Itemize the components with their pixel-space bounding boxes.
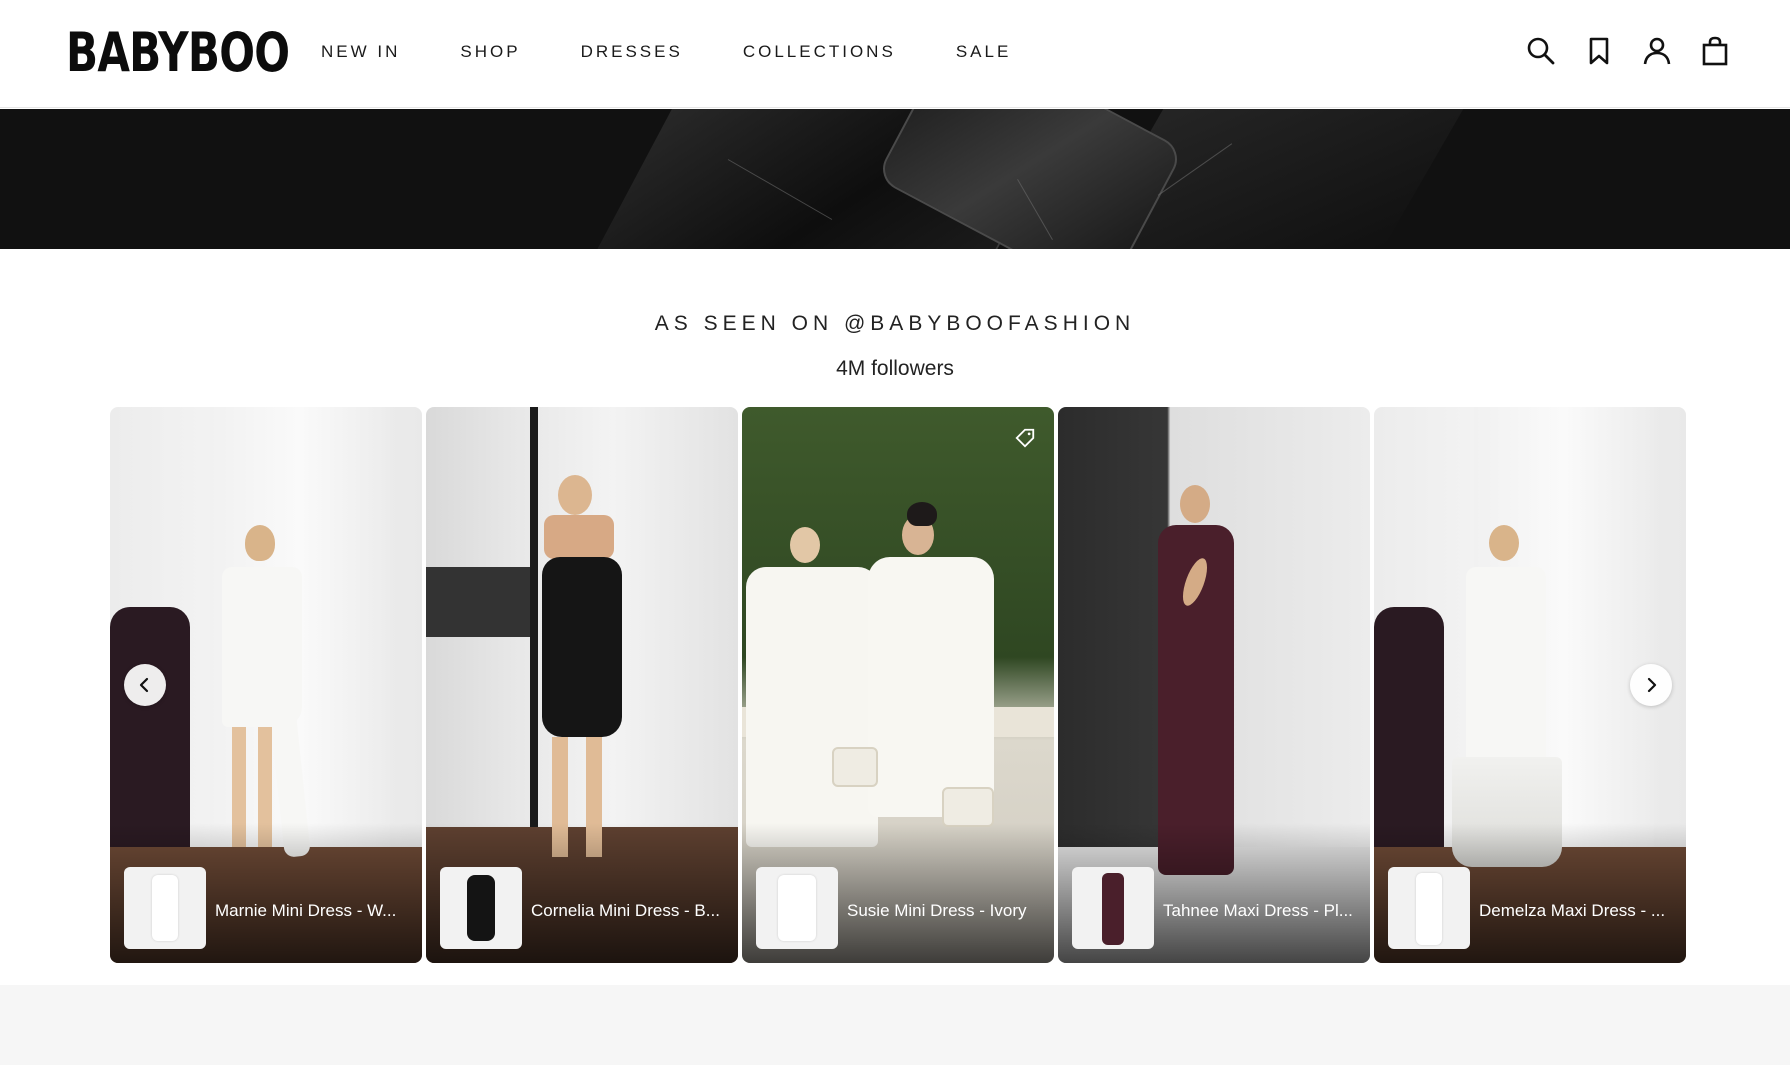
dress-shape xyxy=(868,557,994,817)
product-thumbnail[interactable] xyxy=(124,867,206,949)
search-icon[interactable] xyxy=(1524,34,1558,68)
product-label[interactable]: Marnie Mini Dress - W... xyxy=(215,901,412,921)
nav-shop[interactable]: SHOP xyxy=(460,42,520,62)
bag-icon[interactable] xyxy=(1698,34,1732,68)
nav-sale[interactable]: SALE xyxy=(956,42,1011,62)
model-head xyxy=(245,525,275,561)
site-header: BABYBOO NEW IN SHOP DRESSES COLLECTIONS … xyxy=(0,0,1790,108)
model-head xyxy=(790,527,820,563)
product-thumbnail[interactable] xyxy=(756,867,838,949)
handbag-shape xyxy=(832,747,878,787)
carousel-card[interactable]: Cornelia Mini Dress - B... xyxy=(426,407,738,963)
followers-count[interactable]: 4M followers xyxy=(0,357,1790,381)
carousel-card[interactable]: Tahnee Maxi Dress - Pl... xyxy=(1058,407,1370,963)
product-label[interactable]: Susie Mini Dress - Ivory xyxy=(847,901,1044,921)
model-head xyxy=(1489,525,1519,561)
product-label[interactable]: Tahnee Maxi Dress - Pl... xyxy=(1163,901,1360,921)
product-label[interactable]: Demelza Maxi Dress - ... xyxy=(1479,901,1676,921)
product-thumbnail[interactable] xyxy=(1388,867,1470,949)
hero-banner-image xyxy=(0,109,1790,249)
tag-icon[interactable] xyxy=(1014,427,1036,449)
brand-logo[interactable]: BABYBOO xyxy=(66,22,290,84)
product-thumbnail[interactable] xyxy=(440,867,522,949)
model-head xyxy=(558,475,592,515)
header-icons xyxy=(1500,34,1732,68)
footer-band xyxy=(0,985,1790,1065)
bookmark-icon[interactable] xyxy=(1582,34,1616,68)
vanity-mirror-shape xyxy=(426,567,530,637)
handbag-shape xyxy=(942,787,994,827)
nav-collections[interactable]: COLLECTIONS xyxy=(743,42,896,62)
carousel-card[interactable]: Susie Mini Dress - Ivory xyxy=(742,407,1054,963)
main-nav: NEW IN SHOP DRESSES COLLECTIONS SALE xyxy=(321,42,1071,62)
account-icon[interactable] xyxy=(1640,34,1674,68)
model-hair xyxy=(907,502,937,526)
product-label[interactable]: Cornelia Mini Dress - B... xyxy=(531,901,728,921)
carousel-prev-button[interactable] xyxy=(124,664,166,706)
model-head xyxy=(1180,485,1210,523)
carousel-next-button[interactable] xyxy=(1630,664,1672,706)
instagram-carousel: Marnie Mini Dress - W... Cornelia Mini D… xyxy=(110,407,1686,963)
chevron-left-icon xyxy=(139,677,149,693)
mirror-frame-shape xyxy=(530,407,538,847)
dress-shape xyxy=(542,557,622,737)
nav-dresses[interactable]: DRESSES xyxy=(581,42,683,62)
dress-shape xyxy=(1466,567,1546,767)
blazer-shape xyxy=(746,567,878,847)
model-torso-skin xyxy=(544,515,614,559)
nav-new-in[interactable]: NEW IN xyxy=(321,42,400,62)
section-title: AS SEEN ON @BABYBOOFASHION xyxy=(654,312,1136,335)
product-thumbnail[interactable] xyxy=(1072,867,1154,949)
chevron-right-icon xyxy=(1647,677,1657,693)
